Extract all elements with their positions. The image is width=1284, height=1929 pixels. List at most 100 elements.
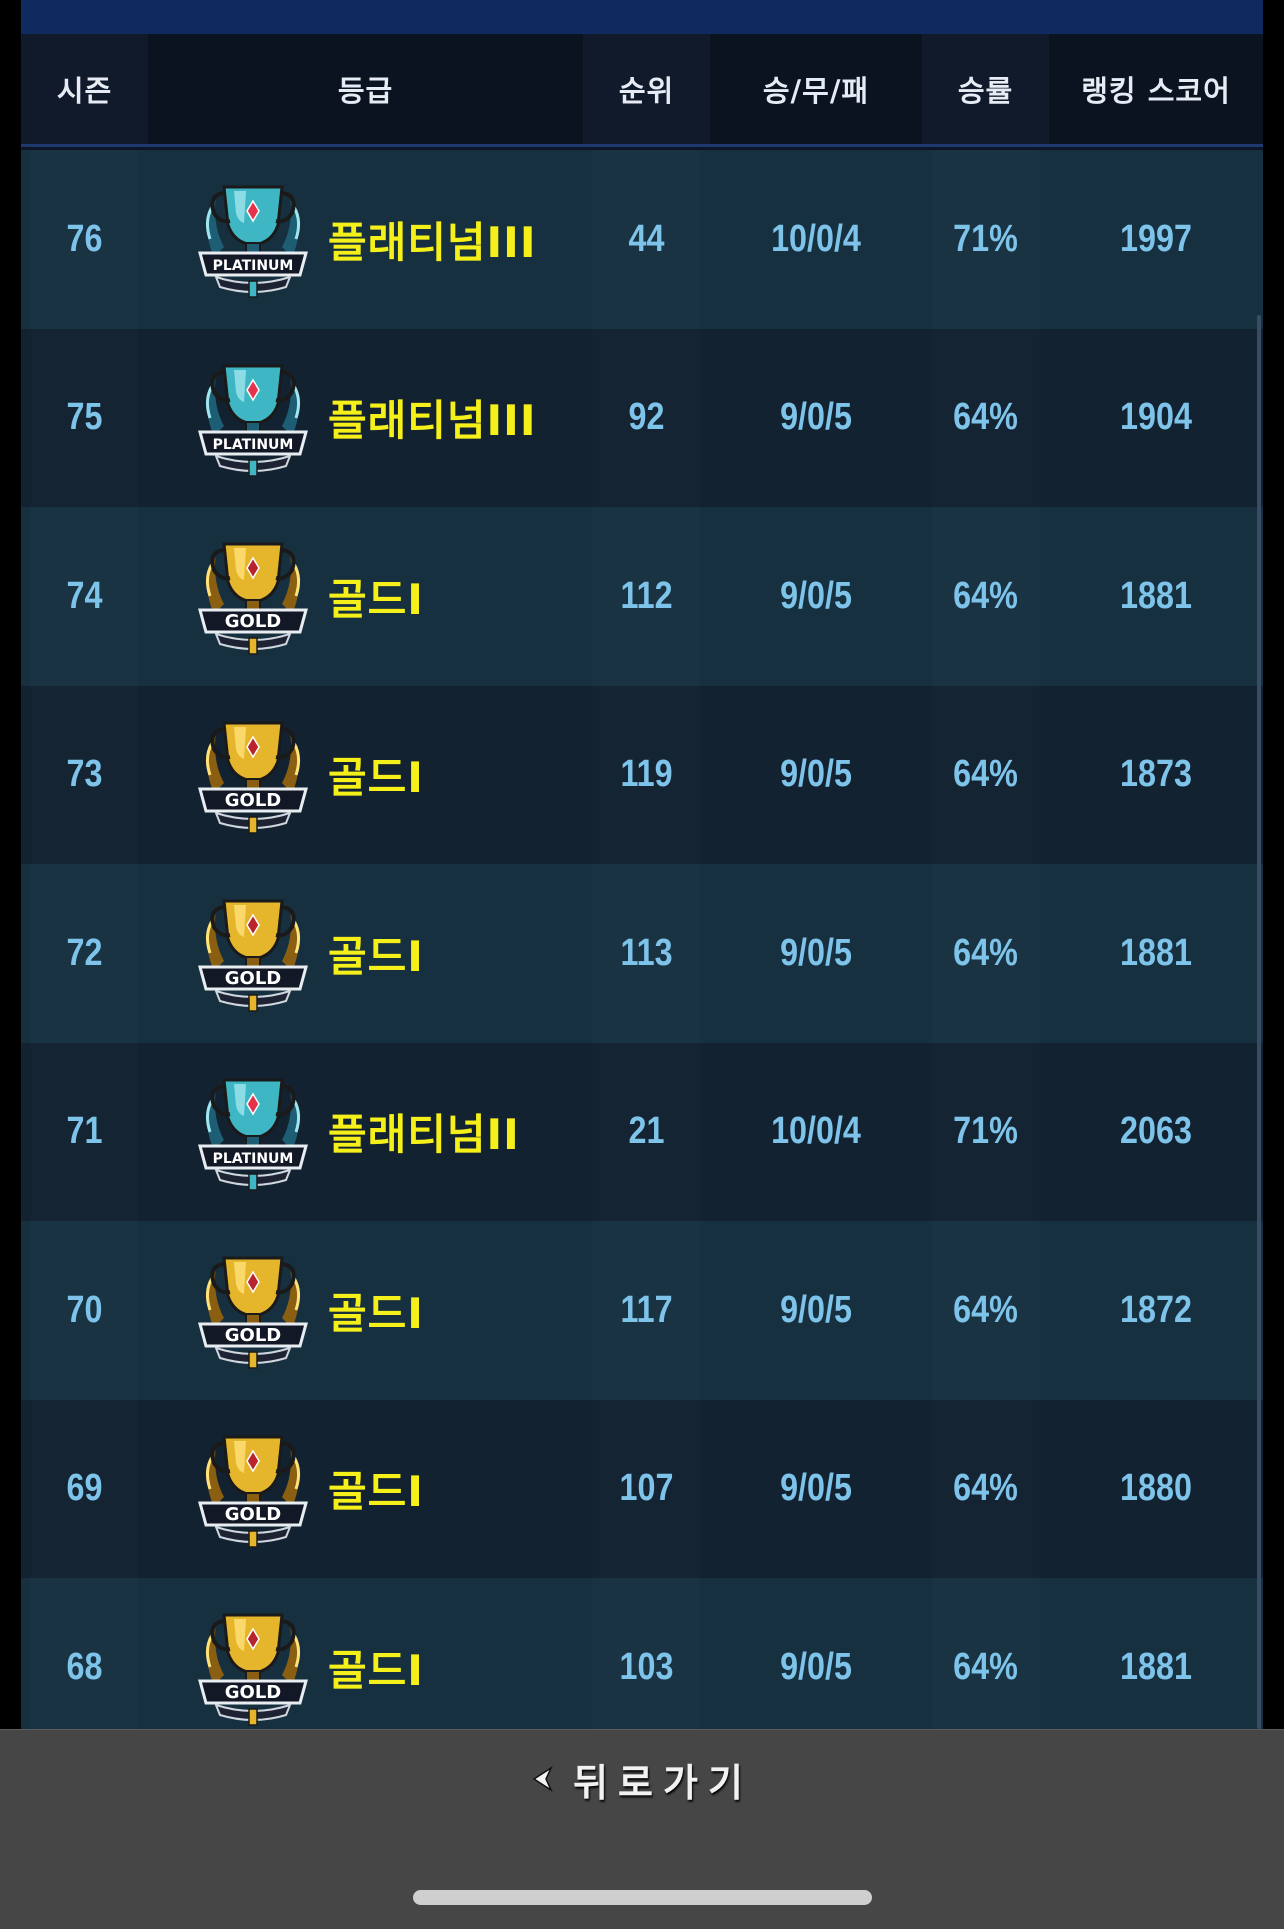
header-grade: 등급 — [337, 74, 394, 108]
svg-text:PLATINUM: PLATINUM — [213, 1151, 294, 1167]
season-cell: 71 — [30, 1042, 139, 1221]
season-cell: 73 — [30, 685, 139, 864]
grade-label: 골드I — [328, 1288, 424, 1338]
season-cell: 75 — [30, 328, 139, 507]
platinum-badge-icon: PLATINUM — [198, 364, 308, 477]
grade-label: 골드I — [328, 574, 424, 624]
win-rate-cell: 64% — [931, 1221, 1040, 1400]
record-cell: 10/0/4 — [771, 1110, 861, 1153]
svg-text:GOLD: GOLD — [225, 790, 282, 811]
grade-cell: GOLD 골드I — [148, 1400, 583, 1579]
svg-text:GOLD: GOLD — [225, 1325, 282, 1346]
rank-cell: 44 — [592, 150, 701, 329]
win-rate-cell: 71% — [931, 1042, 1040, 1221]
win-rate-cell: 64% — [931, 1399, 1040, 1578]
svg-text:PLATINUM: PLATINUM — [213, 437, 294, 453]
ranking-score-cell: 2063 — [1120, 1110, 1192, 1153]
season-history-panel: 시즌 등급 순위 승/무/패 승률 랭킹 스코어 76 PLATINUM 플래티넘I… — [21, 0, 1263, 1729]
ranking-score-cell: 1873 — [1120, 753, 1192, 796]
rank-cell: 112 — [592, 507, 701, 686]
ranking-score-cell: 1881 — [1120, 931, 1192, 974]
rank-cell: 21 — [592, 1042, 701, 1221]
chevron-left-icon — [532, 1766, 553, 1792]
ranking-score-cell: 1881 — [1120, 574, 1192, 617]
win-rate-cell: 64% — [931, 864, 1040, 1043]
ranking-score-cell: 1881 — [1120, 1645, 1192, 1688]
ranking-score-cell: 1872 — [1120, 1288, 1192, 1331]
season-cell: 70 — [30, 1221, 139, 1400]
record-cell: 10/0/4 — [771, 217, 861, 260]
table-row[interactable]: 75 PLATINUM 플래티넘III 92 9/0/5 64% 1904 — [21, 328, 1263, 508]
rank-cell: 117 — [592, 1221, 701, 1400]
ranking-score-cell: 1997 — [1120, 217, 1192, 260]
gold-badge-icon: GOLD — [198, 721, 308, 834]
scrollbar[interactable] — [1257, 315, 1261, 1729]
season-cell: 68 — [30, 1578, 139, 1729]
svg-text:GOLD: GOLD — [225, 1504, 282, 1525]
grade-cell: GOLD 골드I — [148, 686, 583, 865]
grade-label: 골드I — [328, 1467, 424, 1517]
table-row[interactable]: 72 GOLD 골드I 113 9/0/5 64% 1881 — [21, 864, 1263, 1043]
grade-cell: PLATINUM 플래티넘II — [148, 1043, 583, 1222]
rank-cell: 113 — [592, 864, 701, 1043]
grade-cell: GOLD 골드I — [148, 864, 583, 1043]
grade-label: 골드I — [328, 931, 424, 981]
record-cell: 9/0/5 — [780, 1467, 852, 1510]
win-rate-cell: 71% — [931, 150, 1040, 329]
rank-cell: 107 — [592, 1399, 701, 1578]
win-rate-cell: 64% — [931, 685, 1040, 864]
season-cell: 69 — [30, 1399, 139, 1578]
grade-label: 플래티넘III — [328, 217, 537, 267]
grade-cell: PLATINUM 플래티넘III — [148, 329, 583, 508]
ranking-score-cell: 1880 — [1120, 1467, 1192, 1510]
table-row[interactable]: 71 PLATINUM 플래티넘II 21 10/0/4 71% 2063 — [21, 1042, 1263, 1222]
grade-label: 플래티넘II — [328, 1110, 520, 1160]
header-win-rate: 승률 — [922, 34, 1049, 144]
record-cell: 9/0/5 — [780, 396, 852, 439]
season-cell: 76 — [30, 150, 139, 329]
header-ranking-score: 랭킹 스코어 — [1081, 74, 1231, 108]
grade-label: 골드I — [328, 753, 424, 803]
table-row[interactable]: 69 GOLD 골드I 107 9/0/5 64% 1880 — [21, 1399, 1263, 1579]
svg-text:GOLD: GOLD — [225, 611, 282, 632]
record-cell: 9/0/5 — [780, 1645, 852, 1688]
platinum-badge-icon: PLATINUM — [198, 1078, 308, 1191]
back-button[interactable]: 뒤로가기 — [520, 1748, 764, 1810]
platinum-badge-icon: PLATINUM — [198, 185, 308, 298]
gold-badge-icon: GOLD — [198, 1613, 308, 1726]
gold-badge-icon: GOLD — [198, 1435, 308, 1548]
grade-label: 플래티넘III — [328, 396, 537, 446]
grade-label: 골드I — [328, 1645, 424, 1695]
grade-cell: PLATINUM 플래티넘III — [148, 150, 583, 329]
record-cell: 9/0/5 — [780, 931, 852, 974]
table-row[interactable]: 70 GOLD 골드I 117 9/0/5 64% 1872 — [21, 1221, 1263, 1400]
rank-cell: 119 — [592, 685, 701, 864]
back-label: 뒤로가기 — [573, 1760, 753, 1805]
season-cell: 74 — [30, 507, 139, 686]
table-header: 시즌 등급 순위 승/무/패 승률 랭킹 스코어 — [21, 34, 1263, 147]
season-cell: 72 — [30, 864, 139, 1043]
grade-cell: GOLD 골드I — [148, 507, 583, 686]
ranking-score-cell: 1904 — [1120, 396, 1192, 439]
table-row[interactable]: 76 PLATINUM 플래티넘III 44 10/0/4 71% 1997 — [21, 150, 1263, 329]
record-cell: 9/0/5 — [780, 753, 852, 796]
table-body: 76 PLATINUM 플래티넘III 44 10/0/4 71% 1997 75 PLATIN… — [21, 150, 1263, 1729]
record-cell: 9/0/5 — [780, 1288, 852, 1331]
rank-cell: 92 — [592, 328, 701, 507]
home-indicator — [413, 1890, 872, 1905]
header-record: 승/무/패 — [762, 74, 870, 108]
table-row[interactable]: 68 GOLD 골드I 103 9/0/5 64% 1881 — [21, 1578, 1263, 1729]
gold-badge-icon: GOLD — [198, 542, 308, 655]
win-rate-cell: 64% — [931, 328, 1040, 507]
record-cell: 9/0/5 — [780, 574, 852, 617]
svg-text:PLATINUM: PLATINUM — [213, 258, 294, 274]
gold-badge-icon: GOLD — [198, 899, 308, 1012]
win-rate-cell: 64% — [931, 1578, 1040, 1729]
grade-cell: GOLD 골드I — [148, 1578, 583, 1729]
svg-text:GOLD: GOLD — [225, 1682, 282, 1703]
header-season: 시즌 — [21, 34, 148, 144]
table-row[interactable]: 74 GOLD 골드I 112 9/0/5 64% 1881 — [21, 507, 1263, 686]
table-row[interactable]: 73 GOLD 골드I 119 9/0/5 64% 1873 — [21, 685, 1263, 865]
rank-cell: 103 — [592, 1578, 701, 1729]
svg-text:GOLD: GOLD — [225, 968, 282, 989]
